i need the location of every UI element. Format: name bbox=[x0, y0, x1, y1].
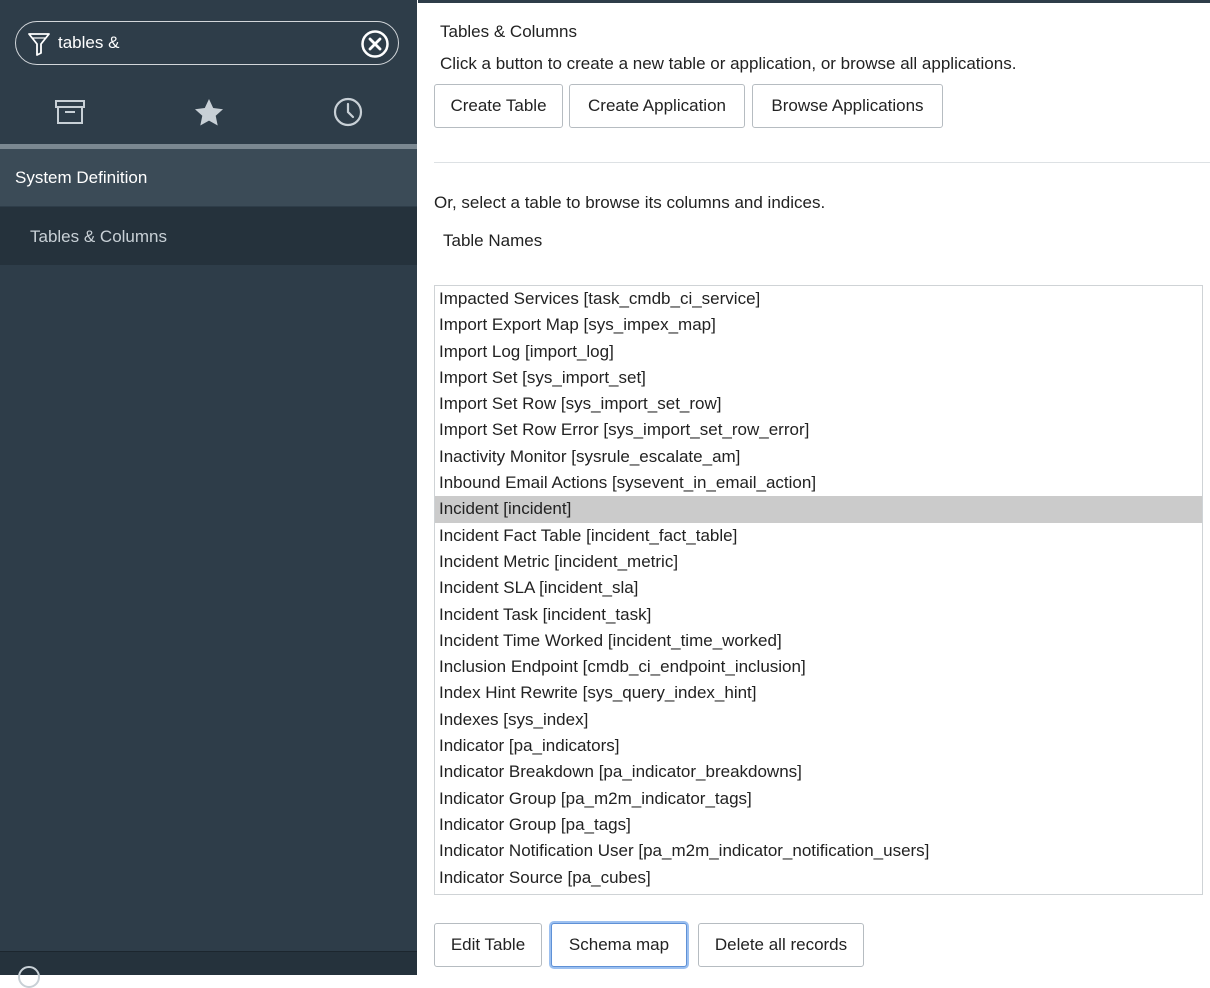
clock-icon bbox=[332, 96, 364, 133]
table-names-list: Impacted Services [task_cmdb_ci_service]… bbox=[435, 286, 1202, 891]
table-option[interactable]: Index Hint Rewrite [sys_query_index_hint… bbox=[435, 680, 1202, 706]
select-table-help: Or, select a table to browse its columns… bbox=[434, 193, 826, 212]
table-option[interactable]: Incident Metric [incident_metric] bbox=[435, 549, 1202, 575]
table-option[interactable]: Impacted Services [task_cmdb_ci_service] bbox=[435, 286, 1202, 312]
table-option[interactable]: Incident Fact Table [incident_fact_table… bbox=[435, 523, 1202, 549]
table-option[interactable]: Indicator [pa_indicators] bbox=[435, 733, 1202, 759]
clear-filter-icon[interactable] bbox=[360, 29, 390, 64]
tab-all-applications[interactable] bbox=[0, 84, 139, 144]
create-table-button[interactable]: Create Table bbox=[434, 84, 563, 128]
table-option[interactable]: Incident Task [incident_task] bbox=[435, 602, 1202, 628]
archive-icon bbox=[54, 98, 86, 131]
table-option[interactable]: Incident [incident] bbox=[435, 496, 1202, 523]
tab-history[interactable] bbox=[278, 84, 417, 144]
table-option[interactable]: Indicator Source [pa_cubes] bbox=[435, 865, 1202, 891]
table-names-listbox[interactable]: Impacted Services [task_cmdb_ci_service]… bbox=[434, 285, 1203, 895]
create-application-button[interactable]: Create Application bbox=[569, 84, 745, 128]
section-divider bbox=[434, 162, 1210, 163]
application-label: System Definition bbox=[15, 168, 148, 187]
filter-funnel-icon bbox=[27, 31, 51, 62]
sidebar-footer bbox=[0, 951, 417, 988]
table-option[interactable]: Import Log [import_log] bbox=[435, 339, 1202, 365]
table-option[interactable]: Import Export Map [sys_impex_map] bbox=[435, 312, 1202, 338]
top-border bbox=[418, 0, 1210, 3]
navigator-tabs bbox=[0, 84, 417, 144]
table-option[interactable]: Incident Time Worked [incident_time_work… bbox=[435, 628, 1202, 654]
edit-table-button[interactable]: Edit Table bbox=[434, 923, 542, 967]
tab-favorites[interactable] bbox=[139, 84, 278, 144]
browse-applications-button[interactable]: Browse Applications bbox=[752, 84, 943, 128]
table-option[interactable]: Incident SLA [incident_sla] bbox=[435, 575, 1202, 601]
navigator-filter[interactable] bbox=[15, 21, 399, 65]
table-option[interactable]: Import Set Row [sys_import_set_row] bbox=[435, 391, 1202, 417]
delete-all-records-button[interactable]: Delete all records bbox=[698, 923, 864, 967]
table-option[interactable]: Indicator Breakdown [pa_indicator_breakd… bbox=[435, 759, 1202, 785]
table-names-label: Table Names bbox=[443, 231, 543, 250]
table-option[interactable]: Import Set [sys_import_set] bbox=[435, 365, 1202, 391]
star-icon bbox=[193, 97, 225, 132]
table-option[interactable]: Inactivity Monitor [sysrule_escalate_am] bbox=[435, 444, 1202, 470]
page-description: Click a button to create a new table or … bbox=[440, 54, 1017, 73]
module-label: Tables & Columns bbox=[30, 227, 168, 246]
footer-circle-icon[interactable] bbox=[18, 966, 40, 988]
application-system-definition[interactable]: System Definition bbox=[0, 149, 417, 206]
module-tables-columns[interactable]: Tables & Columns bbox=[0, 207, 417, 265]
table-option[interactable]: Inbound Email Actions [sysevent_in_email… bbox=[435, 470, 1202, 496]
page-title: Tables & Columns bbox=[440, 22, 578, 41]
table-option[interactable]: Indicator Group [pa_m2m_indicator_tags] bbox=[435, 786, 1202, 812]
table-option[interactable]: Indicator Group [pa_tags] bbox=[435, 812, 1202, 838]
table-option[interactable]: Indexes [sys_index] bbox=[435, 707, 1202, 733]
filter-input[interactable] bbox=[58, 30, 358, 56]
table-option[interactable]: Import Set Row Error [sys_import_set_row… bbox=[435, 417, 1202, 443]
table-option[interactable]: Inclusion Endpoint [cmdb_ci_endpoint_inc… bbox=[435, 654, 1202, 680]
schema-map-button[interactable]: Schema map bbox=[551, 923, 687, 967]
navigator-sidebar: System Definition Tables & Columns bbox=[0, 0, 417, 988]
main-content: Tables & Columns Click a button to creat… bbox=[418, 0, 1210, 974]
table-option[interactable]: Indicator Notification User [pa_m2m_indi… bbox=[435, 838, 1202, 864]
